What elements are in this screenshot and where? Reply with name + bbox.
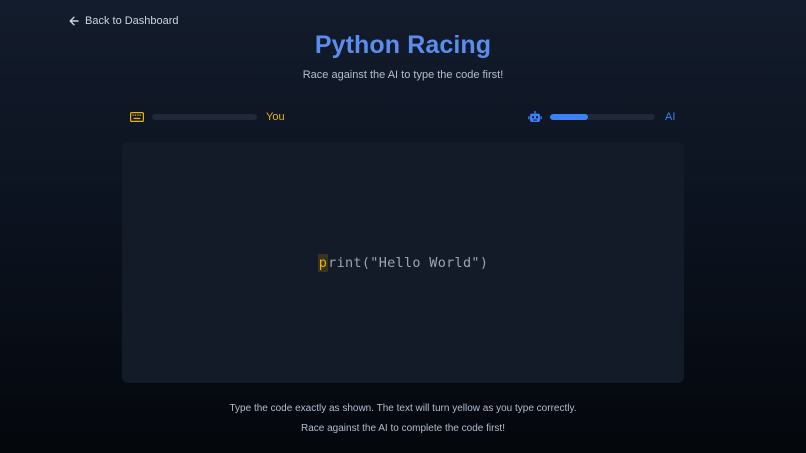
back-link-label: Back to Dashboard xyxy=(85,15,179,27)
current-character: p xyxy=(317,253,329,272)
page-title: Python Racing xyxy=(314,31,492,59)
instruction-text-secondary: Race against the AI to complete the code… xyxy=(300,423,505,434)
instruction-text: Type the code exactly as shown. The text… xyxy=(229,403,577,414)
arrow-left-icon xyxy=(69,16,79,26)
remaining-code: rint("Hello World") xyxy=(328,254,489,271)
robot-icon xyxy=(528,111,542,122)
keyboard-icon xyxy=(130,112,144,122)
page-subtitle: Race against the AI to type the code fir… xyxy=(302,69,504,81)
ai-progress-fill xyxy=(550,114,588,120)
back-to-dashboard-link[interactable]: Back to Dashboard xyxy=(69,15,179,27)
player-progress: You xyxy=(130,108,285,126)
player-label: You xyxy=(266,111,285,123)
ai-label: AI xyxy=(665,111,676,123)
ai-progress-track xyxy=(550,114,655,120)
code-typing-area[interactable]: print("Hello World") xyxy=(122,142,684,383)
player-progress-track xyxy=(152,114,257,120)
code-line: print("Hello World") xyxy=(317,253,489,272)
ai-progress: AI xyxy=(528,108,675,126)
